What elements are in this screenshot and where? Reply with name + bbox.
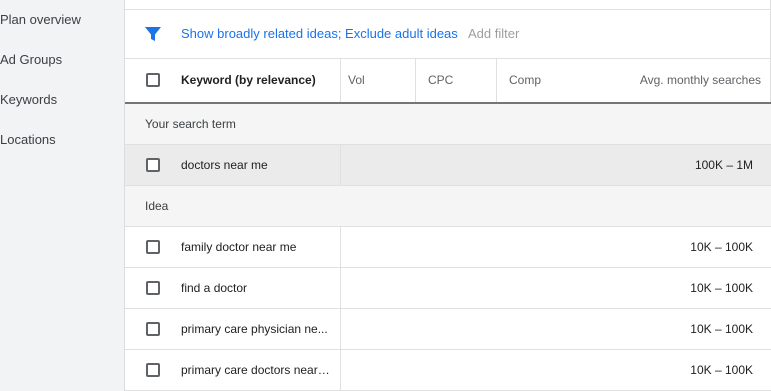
keyword-ideas-panel: Show broadly related ideas; Exclude adul… — [125, 0, 771, 391]
filter-funnel-icon[interactable] — [144, 25, 162, 43]
table-row[interactable]: family doctor near me 10K – 100K — [125, 227, 771, 268]
avg-monthly-searches-cell: 10K – 100K — [690, 322, 753, 336]
column-divider — [340, 145, 341, 185]
avg-monthly-searches-cell: 100K – 1M — [694, 158, 753, 172]
filter-bar: Show broadly related ideas; Exclude adul… — [125, 11, 771, 59]
table-row[interactable]: primary care physician ne... 10K – 100K — [125, 309, 771, 350]
column-header-vol[interactable]: Vol — [348, 59, 365, 102]
keyword-cell: primary care physician ne... — [181, 322, 328, 336]
column-divider — [340, 309, 341, 349]
column-divider — [496, 59, 497, 102]
keyword-cell: primary care doctors near ... — [181, 363, 331, 377]
select-all-checkbox[interactable] — [146, 73, 160, 87]
section-header-search-term: Your search term — [125, 104, 771, 145]
column-divider — [340, 268, 341, 308]
section-header-idea: Idea — [125, 186, 771, 227]
sidebar-item-ad-groups[interactable]: Ad Groups — [0, 48, 62, 72]
column-divider — [340, 227, 341, 267]
column-header-comp[interactable]: Comp — [509, 59, 541, 102]
left-sidebar: Plan overview Ad Groups Keywords Locatio… — [0, 0, 125, 391]
keyword-cell: doctors near me — [181, 158, 268, 172]
avg-monthly-searches-cell: 10K – 100K — [690, 363, 753, 377]
row-checkbox[interactable] — [146, 158, 160, 172]
row-checkbox[interactable] — [146, 322, 160, 336]
column-header-avg-monthly-searches[interactable]: Avg. monthly searches — [640, 59, 761, 102]
row-checkbox[interactable] — [146, 240, 160, 254]
column-header-keyword[interactable]: Keyword (by relevance) — [181, 59, 316, 102]
table-row[interactable]: find a doctor 10K – 100K — [125, 268, 771, 309]
add-filter-button[interactable]: Add filter — [468, 25, 519, 43]
avg-monthly-searches-cell: 10K – 100K — [690, 281, 753, 295]
keyword-cell: find a doctor — [181, 281, 248, 295]
column-divider — [340, 350, 341, 390]
table-header: Keyword (by relevance) Vol CPC Comp Avg.… — [125, 59, 771, 104]
section-label: Idea — [145, 199, 169, 213]
sidebar-item-plan-overview[interactable]: Plan overview — [0, 8, 81, 32]
column-divider — [340, 59, 341, 102]
row-checkbox[interactable] — [146, 363, 160, 377]
keyword-cell: family doctor near me — [181, 240, 297, 254]
column-divider — [415, 59, 416, 102]
row-checkbox[interactable] — [146, 281, 160, 295]
column-header-cpc[interactable]: CPC — [428, 59, 453, 102]
section-label: Your search term — [145, 117, 236, 131]
table-row[interactable]: doctors near me 100K – 1M — [125, 145, 771, 186]
top-divider — [125, 0, 771, 10]
sidebar-item-locations[interactable]: Locations — [0, 128, 56, 152]
avg-monthly-searches-cell: 10K – 100K — [690, 240, 753, 254]
keyword-planner-page: Plan overview Ad Groups Keywords Locatio… — [0, 0, 771, 391]
table-row[interactable]: primary care doctors near ... 10K – 100K — [125, 350, 771, 391]
sidebar-item-keywords[interactable]: Keywords — [0, 88, 57, 112]
active-filters-link[interactable]: Show broadly related ideas; Exclude adul… — [181, 25, 458, 43]
